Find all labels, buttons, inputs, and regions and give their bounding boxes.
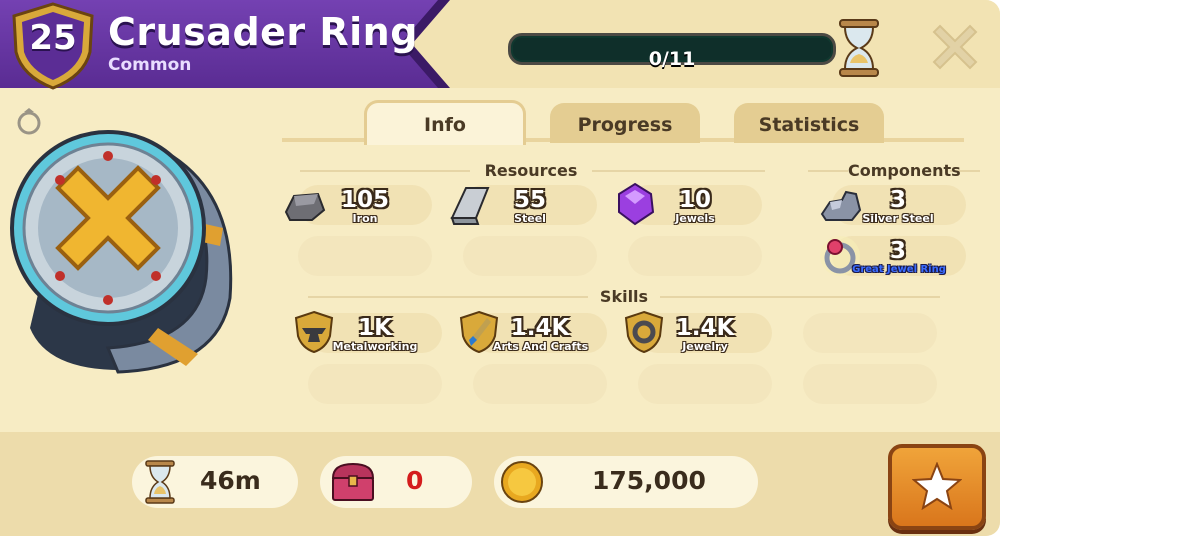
- item-detail-panel: 25 Crusader Ring Common 0/11 Info Progre…: [0, 0, 1000, 536]
- skill-slot-empty: [638, 364, 772, 404]
- jewels-label: Jewels: [675, 212, 715, 225]
- skill-slot-empty: [473, 364, 607, 404]
- iron-ingot-icon: [284, 192, 326, 221]
- resource-slot-empty: [298, 236, 432, 276]
- silver-steel-label: Silver Steel: [862, 212, 934, 225]
- steel-label: Steel: [514, 212, 546, 225]
- skills-heading: Skills: [588, 287, 660, 306]
- resource-slot-empty: [463, 236, 597, 276]
- iron-label: Iron: [352, 212, 378, 225]
- arts-and-crafts-label: Arts And Crafts: [493, 340, 589, 353]
- item-title: Crusader Ring: [108, 10, 418, 54]
- gold-coin-icon: [501, 461, 543, 503]
- craft-time: 46m: [200, 466, 261, 495]
- resource-slot-empty: [628, 236, 762, 276]
- metalworking-label: Metalworking: [332, 340, 418, 353]
- chest-count: 0: [406, 466, 424, 495]
- steel-count: 55: [513, 187, 546, 213]
- tab-statistics[interactable]: Statistics: [734, 103, 884, 143]
- purple-jewel-icon: [618, 182, 655, 226]
- item-rarity: Common: [108, 55, 192, 75]
- progress-text: 0/11: [648, 48, 696, 70]
- favorite-star-button[interactable]: [888, 444, 986, 530]
- star-icon: [912, 462, 962, 510]
- level-number: 25: [29, 18, 77, 58]
- hourglass-icon: [839, 19, 879, 77]
- resources-heading: Resources: [470, 161, 592, 180]
- tab-info[interactable]: Info: [364, 100, 526, 145]
- silver-steel-count: 3: [889, 187, 906, 213]
- steel-bar-icon: [450, 187, 490, 225]
- metalworking-value: 1K: [358, 315, 392, 341]
- skill-slot-empty: [308, 364, 442, 404]
- skill-slot-empty: [803, 364, 937, 404]
- iron-count: 105: [340, 187, 389, 213]
- jewel-ring-label: Great Jewel Ring: [852, 264, 946, 275]
- hourglass-icon: [145, 460, 175, 504]
- sell-price: 175,000: [592, 466, 706, 495]
- tab-progress[interactable]: Progress: [550, 103, 700, 143]
- components-heading: Components: [848, 161, 961, 180]
- skill-slot-empty: [803, 313, 937, 353]
- jewel-ring-count: 3: [889, 238, 906, 264]
- arts-and-crafts-value: 1.4K: [510, 315, 570, 341]
- jewels-count: 10: [678, 187, 711, 213]
- crusader-ring-image: [10, 130, 233, 374]
- jewelry-label: Jewelry: [682, 340, 728, 353]
- jewelry-value: 1.4K: [675, 315, 735, 341]
- treasure-chest-icon: [331, 462, 375, 501]
- close-icon[interactable]: [930, 22, 980, 72]
